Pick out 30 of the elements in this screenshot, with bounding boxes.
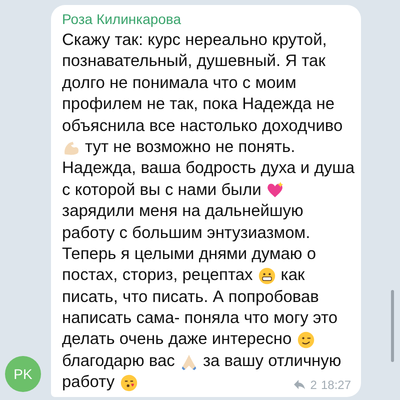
message-text: работу <box>62 372 115 394</box>
avatar[interactable]: PK <box>5 356 41 392</box>
sparkling-heart-icon <box>266 181 284 200</box>
grimacing-face-icon <box>258 266 276 285</box>
winking-face-icon <box>296 331 315 350</box>
message-text: работу с большим энтузиазмом. <box>62 222 310 244</box>
message-text: Надежда, ваша бодрость духа и душа <box>62 158 355 180</box>
message-text: как <box>280 265 305 286</box>
message-text: благодарю вас <box>62 350 175 372</box>
message-text: написать сама- поняла что могу это <box>62 308 338 330</box>
message-text: тут не возможно не понять. <box>85 136 296 158</box>
message-text: с которой вы с нами были <box>62 180 262 201</box>
flexed-arm-icon <box>62 138 80 157</box>
message-text: долго не понимала что с моим <box>62 72 296 94</box>
message-text: профилем не так, пока Надежда не <box>62 94 334 116</box>
message-text: объяснила все настолько доходчиво <box>62 116 343 137</box>
message-text: Теперь я целыми днями думаю о <box>62 244 316 265</box>
folded-hands-icon <box>180 352 198 371</box>
message-text: за вашу отличную <box>202 350 342 372</box>
message-text: Скажу так: курс нереально крутой, <box>62 30 327 51</box>
reply-icon <box>293 379 306 390</box>
message-text: познавательный, душевный. Я так <box>62 51 326 72</box>
kissing-face-icon <box>120 374 138 392</box>
message-text: зарядили меня на дальнейшую <box>62 201 304 222</box>
message-text: писать, что писать. А попробовав <box>62 286 319 308</box>
message-text: делать очень даже интересно <box>62 329 292 350</box>
message-text: постах, сториз, рецептах <box>62 265 253 286</box>
message-time: 18:27 <box>320 378 351 392</box>
sender-name[interactable]: Роза Килинкарова <box>62 10 351 28</box>
forward-count: 2 <box>310 378 317 392</box>
